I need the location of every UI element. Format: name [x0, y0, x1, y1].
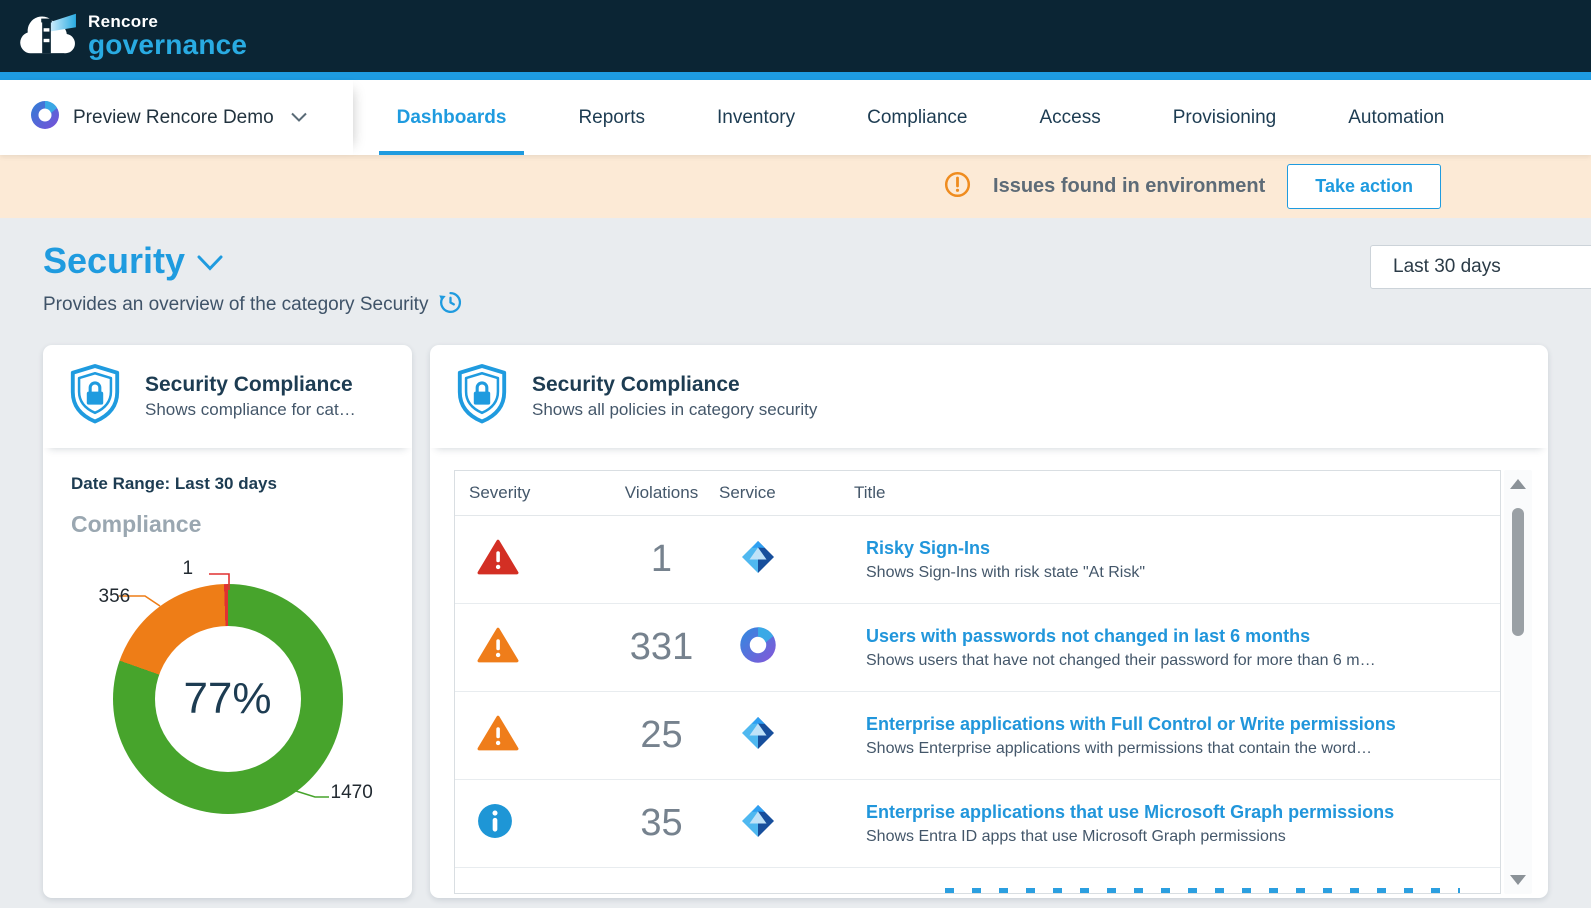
- accent-stripe: [0, 72, 1591, 80]
- date-range-select[interactable]: Last 30 days: [1370, 245, 1591, 289]
- main-content: Security Last 30 days Provides an overvi…: [0, 218, 1591, 898]
- scrollbar-thumb[interactable]: [1512, 508, 1524, 636]
- tenant-name: Preview Rencore Demo: [73, 106, 274, 128]
- date-range-label: Date Range: Last 30 days: [71, 474, 277, 493]
- app-header: Rencore governance: [0, 0, 1591, 72]
- col-severity: Severity: [469, 483, 531, 502]
- date-range-value: Last 30 days: [1393, 256, 1501, 277]
- shield-lock-icon: [67, 363, 123, 430]
- policy-link[interactable]: Enterprise applications that use Microso…: [866, 802, 1490, 823]
- brand-name: Rencore: [88, 12, 159, 31]
- violations-count: 25: [640, 714, 683, 756]
- policy-link[interactable]: Users with passwords not changed in last…: [866, 626, 1490, 647]
- card-subtitle: Shows compliance for cat…: [145, 400, 356, 419]
- clipped-row-text: [945, 888, 1460, 893]
- donut-label-compliant: 1470: [330, 782, 373, 803]
- rencore-cloud-lighthouse-icon: [16, 7, 78, 66]
- banner-message: Issues found in environment: [993, 175, 1266, 197]
- brand-product: governance: [88, 29, 248, 60]
- violations-count: 1: [650, 538, 673, 580]
- entra-id-icon: [719, 538, 854, 581]
- microsoft-365-icon: [719, 626, 854, 669]
- tab-dashboards[interactable]: Dashboards: [378, 80, 525, 155]
- chevron-down-icon: [290, 109, 307, 127]
- card-subtitle: Shows all policies in category security: [532, 400, 818, 419]
- policy-link[interactable]: Enterprise applications with Full Contro…: [866, 714, 1490, 735]
- page-title: Security: [43, 240, 186, 281]
- col-service: Service: [719, 483, 776, 502]
- policy-link[interactable]: Risky Sign-Ins: [866, 538, 1490, 559]
- table-header-row: Severity Violations Service Title: [455, 471, 1500, 516]
- donut-label-critical: 1: [182, 558, 194, 579]
- donut-label-warning: 356: [98, 586, 131, 607]
- category-dropdown-chevron-icon[interactable]: [197, 255, 223, 276]
- compliance-section-label: Compliance: [71, 511, 202, 537]
- alert-circle-icon: [944, 171, 971, 203]
- scroll-down-icon[interactable]: [1510, 875, 1526, 885]
- table-row: 331 Users with passwords not changed in …: [455, 604, 1500, 692]
- violations-count: 35: [640, 802, 683, 844]
- col-title: Title: [854, 483, 886, 502]
- col-violations: Violations: [624, 483, 699, 502]
- compliance-percentage: 77%: [183, 674, 272, 723]
- card-title: Security Compliance: [145, 373, 353, 396]
- scroll-up-icon[interactable]: [1510, 479, 1526, 489]
- table-scrollbar[interactable]: [1504, 470, 1532, 894]
- tab-inventory[interactable]: Inventory: [717, 80, 795, 155]
- tenant-icon: [30, 100, 60, 135]
- violations-count: 331: [629, 626, 694, 668]
- table-row: 35 Enterprise applications that use Micr…: [455, 780, 1500, 868]
- entra-id-icon: [719, 802, 854, 845]
- security-compliance-summary-card: Security Compliance Shows compliance for…: [43, 345, 412, 898]
- main-navbar: Preview Rencore Demo Dashboards Reports …: [0, 80, 1591, 155]
- table-row-partial: [455, 868, 1500, 893]
- tab-compliance[interactable]: Compliance: [867, 80, 967, 155]
- policy-description: Shows Enterprise applications with permi…: [866, 739, 1373, 757]
- policy-description: Shows users that have not changed their …: [866, 651, 1376, 669]
- table-row: 25 Enterprise applications with Full Con…: [455, 692, 1500, 780]
- security-policies-card: Security Compliance Shows all policies i…: [430, 345, 1548, 898]
- severity-warning-icon: [469, 714, 604, 757]
- policy-description: Shows Entra ID apps that use Microsoft G…: [866, 827, 1286, 845]
- tab-reports[interactable]: Reports: [578, 80, 645, 155]
- tab-provisioning[interactable]: Provisioning: [1173, 80, 1277, 155]
- take-action-button[interactable]: Take action: [1287, 164, 1441, 209]
- issues-banner: Issues found in environment Take action: [0, 155, 1591, 218]
- policy-description: Shows Sign-Ins with risk state "At Risk": [866, 563, 1145, 581]
- severity-info-icon: [469, 803, 604, 844]
- severity-warning-icon: [469, 626, 604, 669]
- compliance-donut-chart: 77% 1 356 1470: [99, 558, 373, 814]
- rencore-logo: Rencore governance: [16, 7, 247, 66]
- page-subtitle: Provides an overview of the category Sec…: [43, 294, 429, 315]
- nav-tabs: Dashboards Reports Inventory Compliance …: [353, 80, 1444, 155]
- tab-access[interactable]: Access: [1039, 80, 1100, 155]
- tenant-switcher[interactable]: Preview Rencore Demo: [0, 80, 353, 155]
- policies-table: Severity Violations Service Title 1 Risk…: [454, 470, 1501, 894]
- history-clock-icon[interactable]: [438, 290, 463, 320]
- table-row: 1 Risky Sign-Ins Shows Sign-Ins with ris…: [455, 516, 1500, 604]
- card-title: Security Compliance: [532, 373, 740, 396]
- tab-automation[interactable]: Automation: [1348, 80, 1444, 155]
- shield-lock-icon: [454, 363, 510, 430]
- severity-critical-icon: [469, 538, 604, 581]
- entra-id-icon: [719, 714, 854, 757]
